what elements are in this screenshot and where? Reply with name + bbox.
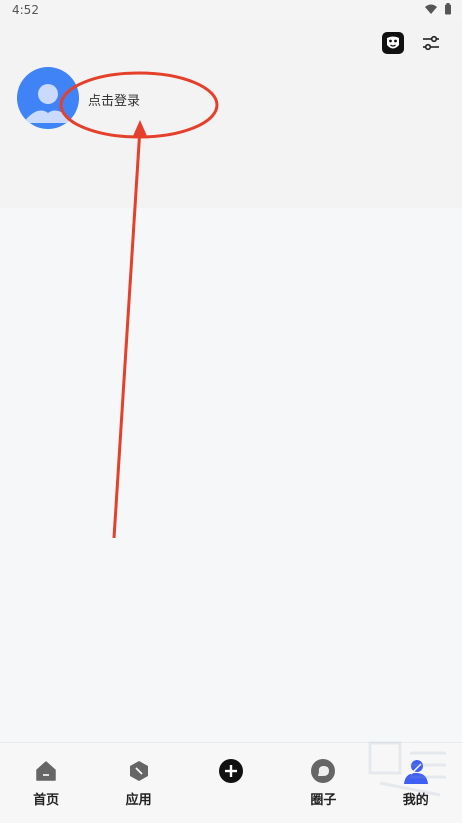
- header-actions: [380, 30, 444, 56]
- avatar[interactable]: [17, 67, 79, 129]
- tab-home[interactable]: 首页: [0, 743, 92, 813]
- apps-icon: [129, 761, 148, 781]
- tab-label: 圈子: [310, 793, 337, 808]
- tab-label: 首页: [33, 793, 60, 808]
- tab-apps[interactable]: 应用: [93, 743, 185, 813]
- wifi-icon: [425, 4, 437, 14]
- add-icon: [218, 759, 243, 783]
- circle-chat-icon: [311, 759, 336, 783]
- status-time: 4:52: [12, 3, 39, 17]
- default-avatar-icon: [23, 84, 73, 123]
- mascot-icon: [382, 32, 404, 54]
- settings-button[interactable]: [418, 30, 444, 56]
- login-prompt[interactable]: 点击登录: [88, 90, 140, 109]
- battery-icon: [445, 3, 451, 15]
- status-bar: 4:52: [0, 0, 462, 22]
- tab-label: 应用: [125, 793, 152, 808]
- watermark-logo: [368, 741, 446, 797]
- tab-circle[interactable]: 圈子: [277, 743, 369, 813]
- home-icon: [36, 761, 56, 781]
- status-icons: [424, 3, 452, 15]
- tab-add[interactable]: [185, 743, 277, 813]
- mascot-button[interactable]: [380, 30, 406, 56]
- sliders-icon: [423, 35, 439, 51]
